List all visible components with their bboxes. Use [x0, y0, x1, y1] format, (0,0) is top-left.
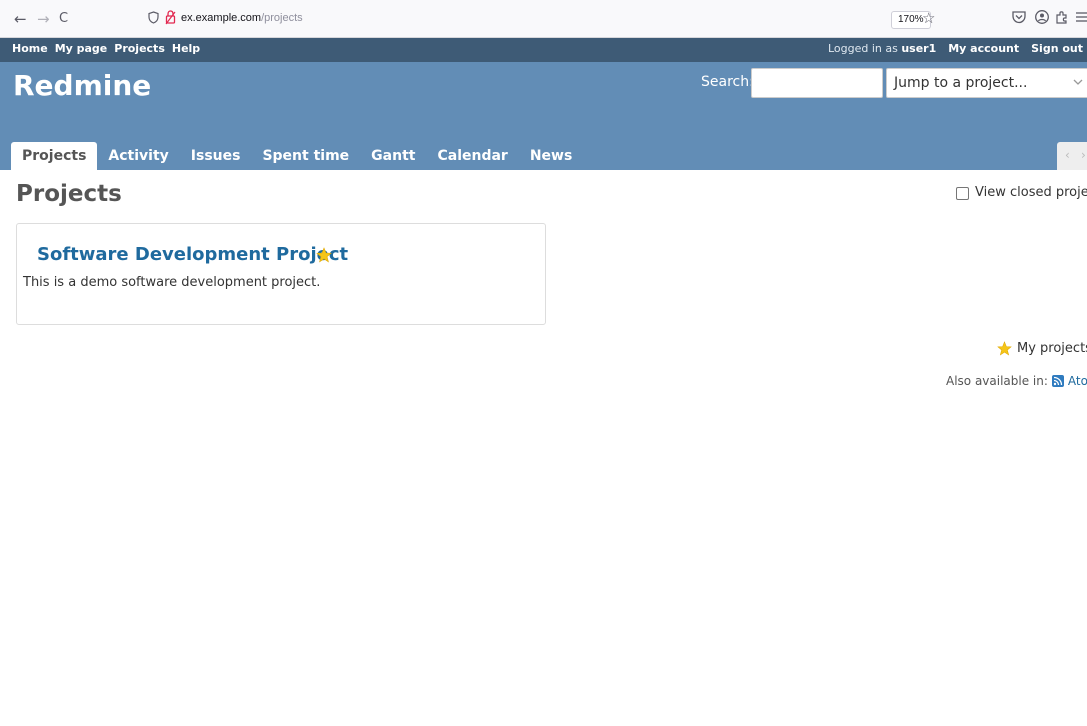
tab-issues[interactable]: Issues [180, 142, 252, 170]
url-path: /projects [261, 12, 303, 24]
sign-out-link[interactable]: Sign out [1031, 42, 1083, 55]
back-icon[interactable]: ← [14, 10, 27, 28]
top-menu-links: Home My page Projects Help [12, 42, 200, 55]
feed-icon[interactable] [1051, 375, 1064, 387]
also-available-label: Also available in: [946, 374, 1048, 388]
top-menu-projects[interactable]: Projects [114, 42, 165, 55]
tab-spent-time[interactable]: Spent time [251, 142, 360, 170]
other-formats: Also available in: Atom [946, 374, 1087, 388]
chevron-right-icon[interactable]: › [1081, 148, 1086, 162]
view-closed-label[interactable]: View closed projects [975, 185, 1087, 200]
logged-in-as: Logged in as user1 [828, 42, 936, 55]
bookmark-star-icon[interactable]: ☆ [922, 9, 935, 27]
search-label: Search: [701, 74, 754, 90]
site-title: Redmine [13, 69, 152, 102]
jump-to-project-select[interactable]: Jump to a project... [886, 68, 1087, 98]
reload-icon[interactable]: C [59, 10, 68, 28]
tab-news[interactable]: News [519, 142, 583, 170]
top-menu-my-page[interactable]: My page [55, 42, 108, 55]
search-input[interactable] [751, 68, 883, 98]
atom-feed-link[interactable]: Atom [1068, 374, 1087, 388]
star-icon [316, 247, 332, 263]
top-menu: Home My page Projects Help Logged in as … [0, 38, 1087, 62]
pocket-icon[interactable] [1011, 9, 1027, 25]
jump-to-project-placeholder: Jump to a project... [894, 75, 1028, 91]
logged-in-prefix: Logged in as [827, 42, 898, 55]
tab-scroll-buttons[interactable]: ‹ › [1057, 142, 1087, 170]
chevron-down-icon [1073, 79, 1083, 85]
url-host: ex.example.com [181, 12, 262, 24]
url-bar[interactable]: ex.example.com/projects [181, 12, 303, 24]
logged-in-user[interactable]: user1 [901, 42, 936, 55]
tab-activity[interactable]: Activity [97, 142, 179, 170]
account-links: Logged in as user1 My account Sign out [828, 42, 1083, 55]
account-icon[interactable] [1034, 9, 1050, 25]
project-name-link[interactable]: Software Development Project [37, 244, 348, 265]
tab-calendar[interactable]: Calendar [426, 142, 518, 170]
my-projects-label: My projects [1017, 341, 1087, 356]
chevron-left-icon[interactable]: ‹ [1065, 148, 1070, 162]
my-account-link[interactable]: My account [948, 42, 1019, 55]
browser-toolbar: ← → C ex.example.com/projects 170% ☆ [0, 0, 1087, 38]
project-card: Software Development Project This is a d… [16, 223, 546, 325]
menu-icon[interactable] [1074, 9, 1087, 25]
page-title: Projects [16, 181, 122, 207]
main-menu-tabs: Projects Activity Issues Spent time Gant… [11, 142, 583, 170]
tab-gantt[interactable]: Gantt [360, 142, 426, 170]
top-menu-help[interactable]: Help [172, 42, 200, 55]
project-description: This is a demo software development proj… [23, 275, 321, 290]
header: Redmine Search: Jump to a project... Pro… [0, 62, 1087, 170]
lock-insecure-icon[interactable] [165, 10, 176, 25]
my-projects-legend: My projects [997, 341, 1087, 356]
top-menu-home[interactable]: Home [12, 42, 48, 55]
extensions-icon[interactable] [1054, 9, 1070, 25]
view-closed-checkbox[interactable] [956, 187, 969, 200]
forward-icon[interactable]: → [37, 10, 50, 28]
star-icon [997, 341, 1012, 356]
tab-projects[interactable]: Projects [11, 142, 98, 170]
shield-icon[interactable] [148, 11, 159, 24]
